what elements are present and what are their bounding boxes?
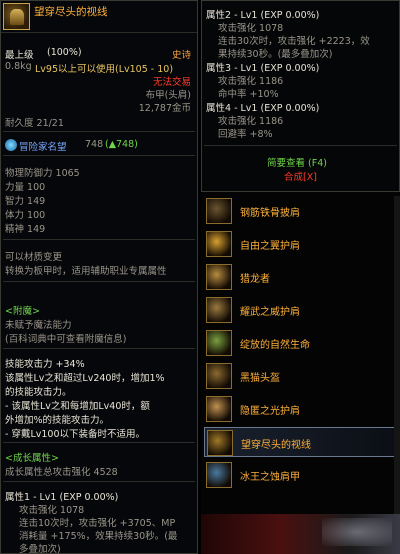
item-tooltip-panel: 望穿尽头的视线 最上级 (100%) 史诗 0.8kg Lv95以上可以使用(L… <box>0 0 198 554</box>
reputation-delta: (▲748) <box>105 139 138 150</box>
equipment-icon <box>207 430 233 456</box>
equipment-list-item[interactable]: 望穿尽头的视线 <box>204 427 398 457</box>
divider <box>204 145 397 146</box>
equipment-icon <box>206 396 232 422</box>
divider <box>3 442 195 443</box>
grade-label: 最上级 <box>5 50 34 61</box>
stat-physical-defense: 物理防御力 1065 <box>5 168 80 179</box>
convert-note: 可以材质变更 <box>5 252 63 263</box>
divider <box>3 348 195 349</box>
scrollbar[interactable] <box>394 196 400 516</box>
divider <box>3 239 195 240</box>
equipment-icon <box>206 297 232 323</box>
attr4-line: 攻击强化 1186 <box>218 116 284 127</box>
equipment-icon <box>206 363 232 389</box>
equipment-list-item[interactable]: 隐匿之光护肩 <box>204 394 398 424</box>
stat-intelligence: 智力 149 <box>5 196 46 207</box>
equipment-label: 冰王之蚀肩甲 <box>240 472 300 483</box>
divider <box>3 281 195 282</box>
equipment-icon <box>206 264 232 290</box>
convert-detail: 转换为板甲时，适用辅助职业专属属性 <box>5 266 167 277</box>
equipment-icon <box>206 330 232 356</box>
equipment-label: 隐匿之光护肩 <box>240 406 300 417</box>
attr1-line: 攻击强化 1078 <box>19 505 85 516</box>
equipment-label: 耀武之威护肩 <box>240 307 300 318</box>
attr2-title: 属性2 - Lv1 (EXP 0.00%) <box>206 10 320 21</box>
equipment-icon <box>206 231 232 257</box>
attr4-line: 回避率 +8% <box>218 129 273 140</box>
attr2-line: 果持续30秒。(最多叠加次) <box>218 49 333 60</box>
stat-strength: 力量 100 <box>5 182 46 193</box>
equipment-icon <box>206 198 232 224</box>
divider <box>3 131 195 132</box>
skill-attack-line: 的技能攻击力。 <box>5 387 72 398</box>
attr1-title: 属性1 - Lv1 (EXP 0.00%) <box>5 492 119 503</box>
attr2-line: 攻击强化 1078 <box>218 23 284 34</box>
item-weight: 0.8kg <box>5 61 32 72</box>
attr1-line: 多叠加次) <box>19 544 61 554</box>
enchant-status: 未赋予魔法能力 <box>5 320 72 331</box>
reputation-label: 冒险家名望 <box>19 142 67 153</box>
item-name: 望穿尽头的视线 <box>34 6 108 18</box>
synthesis-button[interactable]: 合成[X] <box>284 169 317 183</box>
attr4-title: 属性4 - Lv1 (EXP 0.00%) <box>206 103 320 114</box>
stat-vitality: 体力 100 <box>5 210 46 221</box>
equipment-label: 绽放的自然生命 <box>240 340 310 351</box>
equipment-list-item[interactable]: 耀武之威护肩 <box>204 295 398 325</box>
equipment-list-item[interactable]: 钢筋铁骨披肩 <box>204 196 398 226</box>
equipment-list-item[interactable]: 绽放的自然生命 <box>204 328 398 358</box>
growth-summary: 成长属性总攻击强化 4528 <box>5 467 118 478</box>
growth-attribute-box: 属性2 - Lv1 (EXP 0.00%) 攻击强化 1078 连击30次时，攻… <box>201 0 400 192</box>
equipment-list-item[interactable]: 冰王之蚀肩甲 <box>204 460 398 490</box>
attr2-line: 连击30次时，攻击强化 +2223，效 <box>218 36 370 47</box>
skill-attack-line: 外增加%的技能攻击力。 <box>5 415 110 426</box>
skill-attack-line: 该属性Lv之和超过Lv240时，增加1% <box>5 373 165 384</box>
skill-attack-line: 技能攻击力 +34% <box>5 359 85 370</box>
equipment-label: 黑猫头盔 <box>240 373 280 384</box>
equipment-list-item[interactable]: 猎龙者 <box>204 262 398 292</box>
reputation-value: 748 <box>85 139 104 150</box>
brief-view-button[interactable]: 简要查看 (F4) <box>267 155 327 169</box>
enchant-hint: (百科词典中可查看附魔信息) <box>5 334 127 345</box>
equipment-list-item[interactable]: 自由之翼护肩 <box>204 229 398 259</box>
reputation-icon <box>5 139 17 151</box>
attr3-line: 命中率 +10% <box>218 89 279 100</box>
stat-spirit: 精神 149 <box>5 224 46 235</box>
equipment-label: 钢筋铁骨披肩 <box>240 208 300 219</box>
attr3-title: 属性3 - Lv1 (EXP 0.00%) <box>206 63 320 74</box>
item-slot: 布甲(头肩) <box>145 90 191 101</box>
watermark-logo <box>322 518 392 546</box>
grade-percent: (100%) <box>47 47 82 58</box>
durability: 耐久度 21/21 <box>5 118 64 129</box>
divider <box>3 481 195 482</box>
divider <box>3 155 195 156</box>
shoulder-armor-icon <box>3 3 30 30</box>
equipment-label: 猎龙者 <box>240 274 270 285</box>
level-requirement: Lv95以上可以使用(Lv105 - 10) <box>35 64 174 75</box>
rarity-label: 史诗 <box>171 50 191 61</box>
skill-attack-line: - 该属性Lv之和每增加Lv40时，额 <box>5 401 150 412</box>
equipment-list-item[interactable]: 黑猫头盔 <box>204 361 398 391</box>
skill-attack-line: - 穿戴Lv100以下装备时不适用。 <box>5 429 145 440</box>
tooltip-header: 望穿尽头的视线 <box>1 1 197 33</box>
attr1-line: 连击10次时，攻击强化 +3705、MP <box>19 518 176 529</box>
item-price: 12,787金币 <box>138 103 191 114</box>
equipment-label: 自由之翼护肩 <box>240 241 300 252</box>
attr3-line: 攻击强化 1186 <box>218 76 284 87</box>
equipment-icon <box>206 462 232 488</box>
equipment-label: 望穿尽头的视线 <box>241 440 311 451</box>
right-panel: 属性2 - Lv1 (EXP 0.00%) 攻击强化 1078 连击30次时，攻… <box>201 0 400 554</box>
trade-status: 无法交易 <box>152 77 191 88</box>
enchant-title: <附魔> <box>5 306 40 317</box>
attr1-line: 消耗量 +175%，效果持续30秒。(最 <box>19 531 178 542</box>
growth-title: <成长属性> <box>5 453 59 464</box>
